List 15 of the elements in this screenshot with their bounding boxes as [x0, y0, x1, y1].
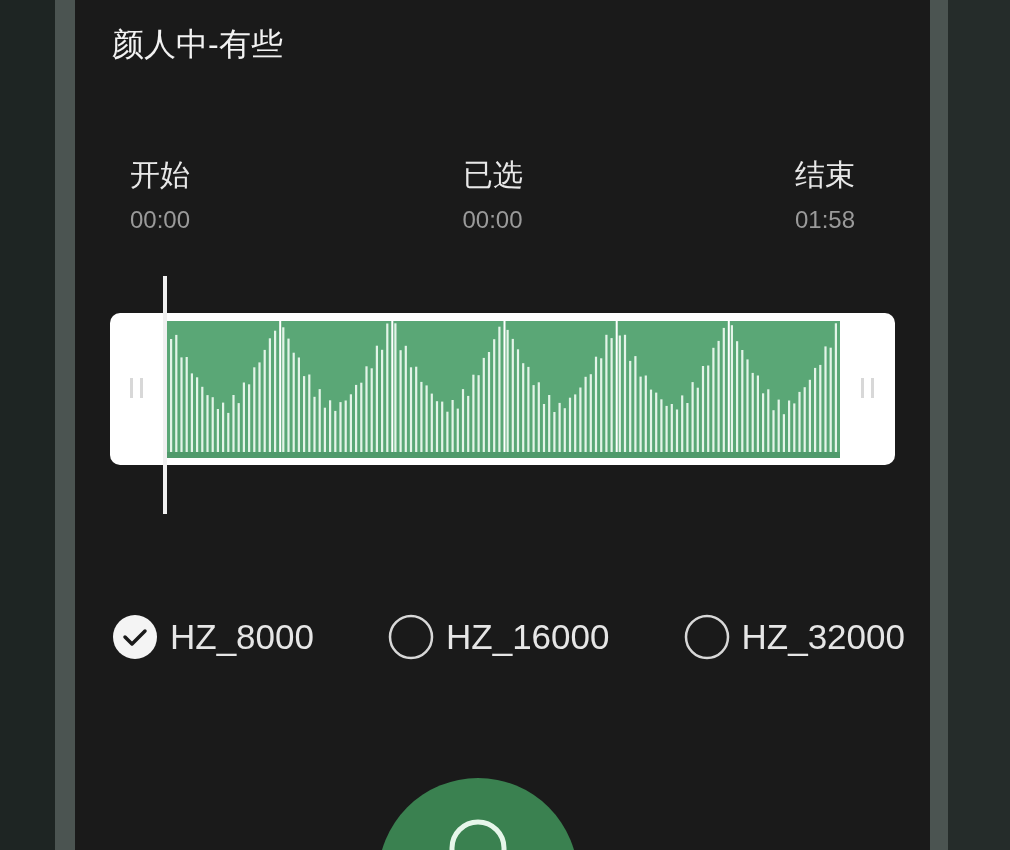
time-label: 开始	[130, 158, 191, 192]
time-label: 结束	[794, 158, 855, 192]
grip-icon[interactable]	[861, 378, 874, 398]
sample-rate-label: HZ_32000	[741, 617, 905, 657]
sample-rate-label: HZ_16000	[446, 617, 610, 657]
checked-radio-icon[interactable]	[112, 614, 158, 660]
grip-icon[interactable]	[130, 378, 143, 398]
time-value: 00:00	[462, 206, 523, 234]
sample-rate-label: HZ_8000	[170, 617, 314, 657]
song-title: 颜人中-有些	[112, 25, 283, 64]
radio-icon[interactable]	[388, 614, 435, 660]
radio-icon[interactable]	[683, 614, 730, 660]
time-value: 01:58	[794, 206, 855, 234]
time-value: 00:00	[130, 206, 191, 234]
time-label: 已选	[462, 158, 523, 192]
